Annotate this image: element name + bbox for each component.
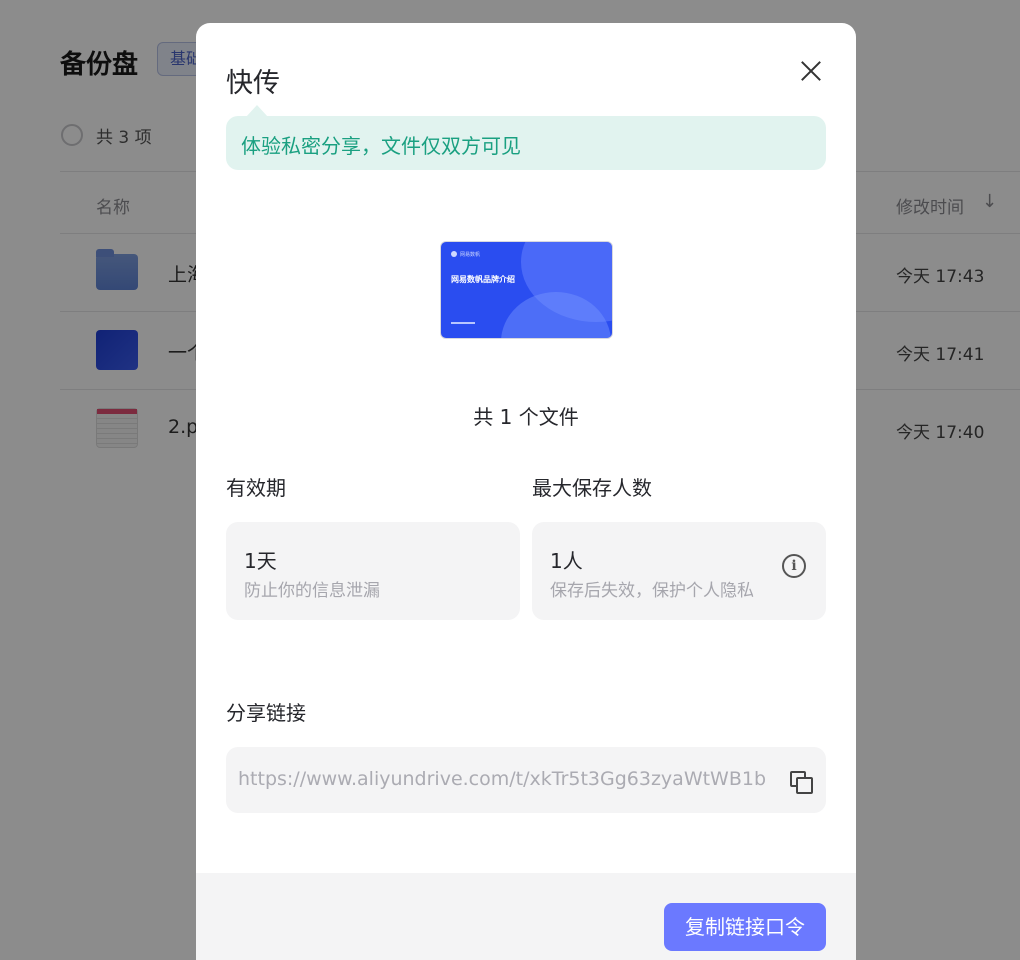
quick-share-dialog: 快传 体验私密分享，文件仅双方可见 网易数帆 网易数帆品牌介绍 共 1 个文件 … — [196, 23, 856, 960]
file-count: 共 1 个文件 — [473, 405, 579, 429]
privacy-tip-text: 体验私密分享，文件仅双方可见 — [241, 134, 521, 158]
copy-link-password-button[interactable]: 复制链接口令 — [664, 903, 826, 951]
max-savers-description: 保存后失效，保护个人隐私 — [550, 581, 754, 601]
validity-label: 有效期 — [226, 476, 286, 500]
validity-description: 防止你的信息泄漏 — [244, 581, 380, 601]
privacy-tip-banner: 体验私密分享，文件仅双方可见 — [226, 105, 826, 170]
max-savers-label: 最大保存人数 — [532, 476, 652, 500]
share-link-url: https://www.aliyundrive.com/t/xkTr5t3Gg6… — [238, 768, 767, 790]
preview-footer-line — [451, 322, 475, 324]
preview-title: 网易数帆品牌介绍 — [451, 275, 515, 284]
share-link-field[interactable]: https://www.aliyundrive.com/t/xkTr5t3Gg6… — [226, 747, 826, 813]
close-icon[interactable] — [796, 56, 826, 86]
file-preview-thumbnail: 网易数帆 网易数帆品牌介绍 — [440, 241, 613, 339]
dialog-footer: 复制链接口令 — [196, 873, 856, 960]
preview-logo: 网易数帆 — [451, 251, 480, 258]
share-link-label: 分享链接 — [226, 701, 306, 725]
info-icon[interactable]: i — [782, 554, 806, 578]
validity-value: 1天 — [244, 549, 277, 573]
validity-selector[interactable]: 1天 防止你的信息泄漏 — [226, 522, 520, 620]
max-savers-value: 1人 — [550, 549, 583, 573]
max-savers-selector[interactable]: 1人 保存后失效，保护个人隐私 i — [532, 522, 826, 620]
dialog-title: 快传 — [226, 68, 280, 99]
copy-icon[interactable] — [788, 769, 813, 794]
